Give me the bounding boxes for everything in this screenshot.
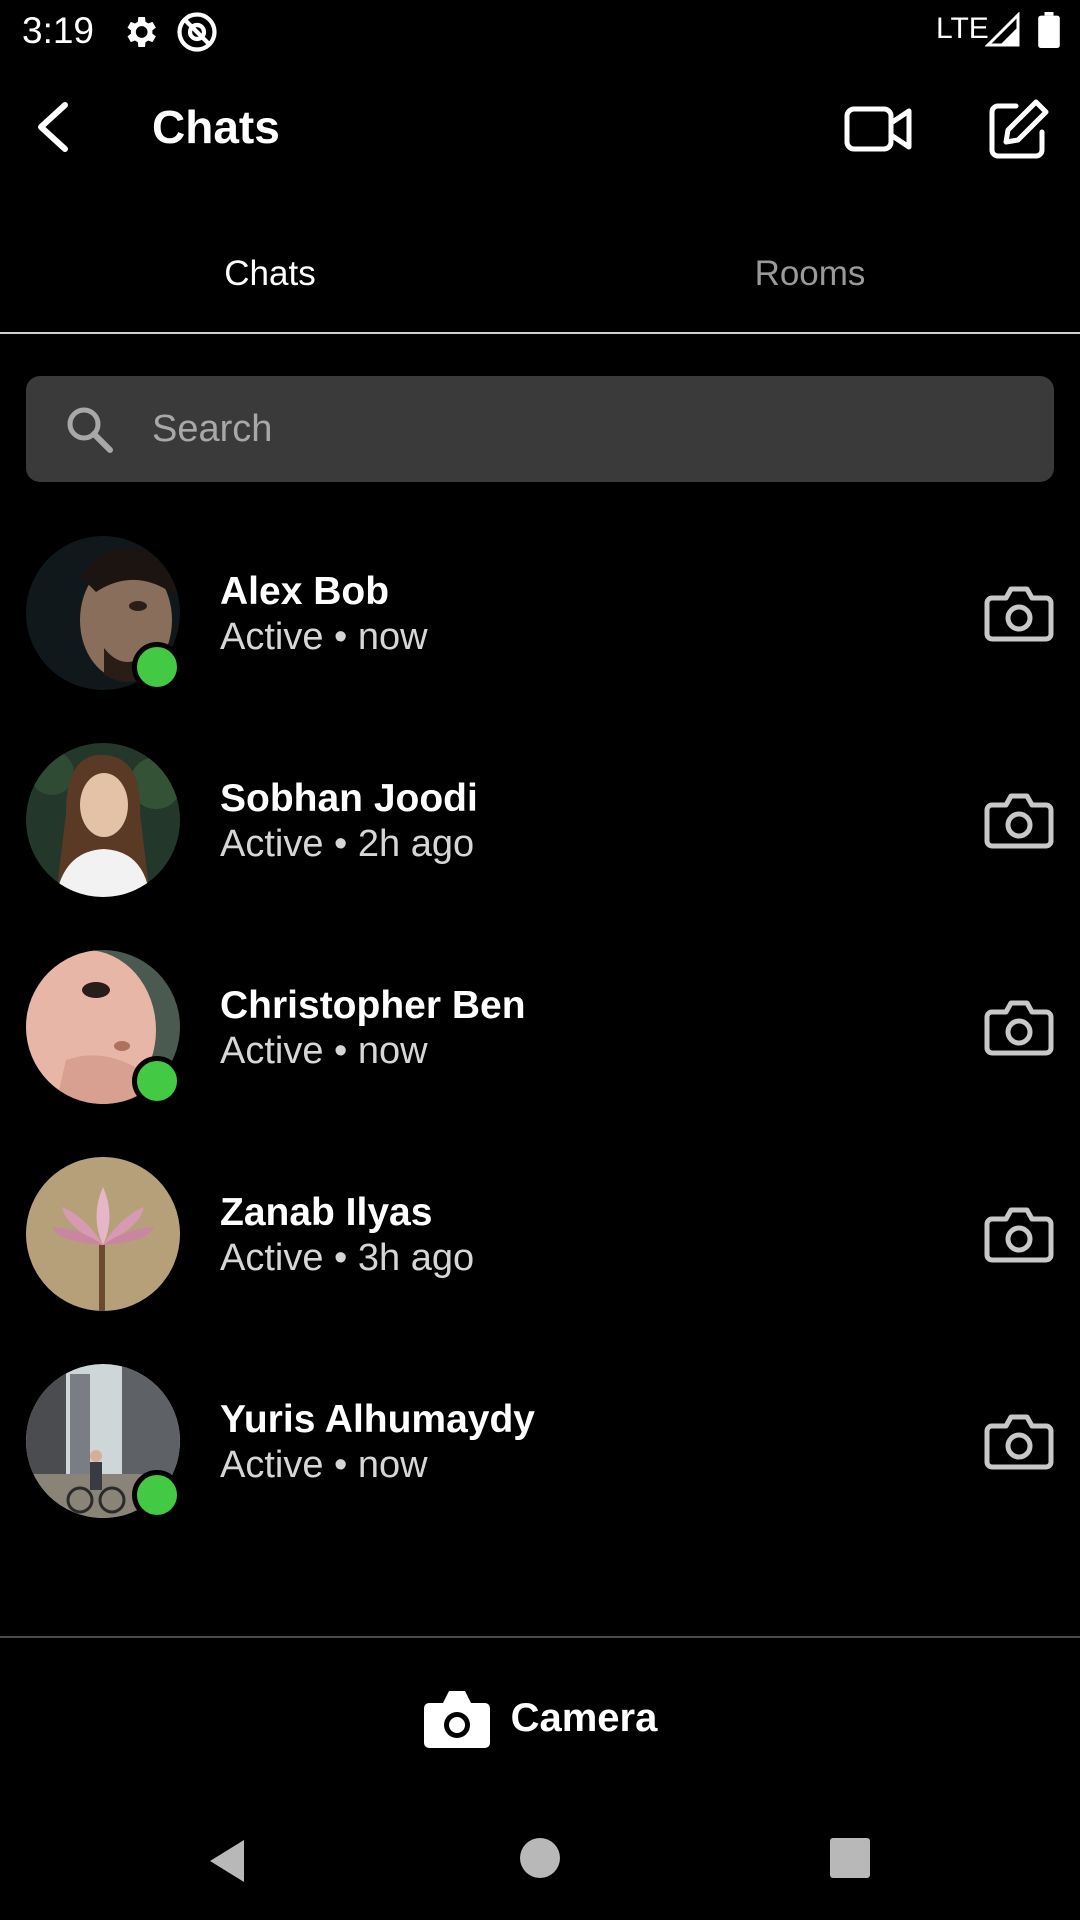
camera-icon[interactable]	[984, 789, 1054, 849]
gear-icon	[127, 17, 156, 47]
status-time: 3:19	[22, 10, 95, 51]
camera-icon[interactable]	[984, 1410, 1054, 1470]
status-bar: 3:19 LTE	[0, 0, 1080, 64]
camera-icon[interactable]	[984, 582, 1054, 642]
battery-icon	[1038, 12, 1060, 48]
contact-status: Active • now	[220, 1030, 428, 1072]
back-button[interactable]	[18, 92, 88, 162]
avatar[interactable]	[26, 1157, 180, 1311]
tab-rooms[interactable]: Rooms	[540, 230, 1080, 334]
contact-name: Alex Bob	[220, 570, 390, 613]
tab-chats[interactable]: Chats	[0, 230, 540, 334]
search-icon	[67, 407, 113, 453]
compose-button[interactable]	[978, 90, 1058, 170]
camera-icon[interactable]	[984, 1203, 1054, 1263]
search-input[interactable]	[152, 396, 1012, 462]
video-camera-icon	[844, 106, 912, 152]
nav-home-icon[interactable]	[520, 1838, 560, 1878]
bottom-divider	[0, 1636, 1080, 1638]
chat-list: Alex Bob Active • now Sobhan Joodi Activ…	[0, 534, 1080, 1569]
camera-label: Camera	[510, 1695, 658, 1740]
camera-icon[interactable]	[984, 996, 1054, 1056]
contact-status: Active • 3h ago	[220, 1237, 475, 1279]
contact-name: Yuris Alhumaydy	[220, 1398, 535, 1441]
contact-name: Christopher Ben	[220, 984, 526, 1027]
camera-filled-icon	[423, 1691, 490, 1748]
chat-row[interactable]: Sobhan Joodi Active • 2h ago	[0, 741, 1080, 948]
back-arrow-icon	[38, 102, 68, 152]
app-header: Chats	[0, 64, 1080, 194]
nav-back-icon[interactable]	[204, 1836, 250, 1886]
woman-portrait-image	[26, 743, 180, 897]
page-title: Chats	[152, 101, 280, 153]
at-sign-icon	[177, 12, 217, 52]
chat-row[interactable]: Yuris Alhumaydy Active • now	[0, 1362, 1080, 1569]
camera-button[interactable]: Camera	[0, 1680, 1080, 1756]
chat-row[interactable]: Alex Bob Active • now	[0, 534, 1080, 741]
contact-status: Active • 2h ago	[220, 823, 475, 865]
online-indicator	[132, 1470, 182, 1520]
contact-name: Zanab Ilyas	[220, 1191, 433, 1234]
contact-name: Sobhan Joodi	[220, 777, 478, 820]
avatar[interactable]	[26, 743, 180, 897]
contact-status: Active • now	[220, 1444, 428, 1486]
video-call-button[interactable]	[838, 94, 918, 164]
chat-row[interactable]: Christopher Ben Active • now	[0, 948, 1080, 1155]
compose-icon	[989, 99, 1049, 159]
system-nav-bar	[0, 1800, 1080, 1920]
search-bar[interactable]	[26, 376, 1054, 482]
lotus-flower-image	[26, 1157, 180, 1311]
online-indicator	[132, 642, 182, 692]
network-type: LTE	[936, 12, 989, 45]
tab-bar: Chats Rooms	[0, 230, 1080, 334]
nav-recents-icon[interactable]	[830, 1838, 870, 1878]
contact-status: Active • now	[220, 616, 428, 658]
chat-row[interactable]: Zanab Ilyas Active • 3h ago	[0, 1155, 1080, 1362]
online-indicator	[132, 1056, 182, 1106]
chats-screen: 3:19 LTE Chats Chats Rooms Search Alex B…	[0, 0, 1080, 1920]
signal-icon	[985, 12, 1020, 47]
tab-divider	[0, 332, 1080, 334]
